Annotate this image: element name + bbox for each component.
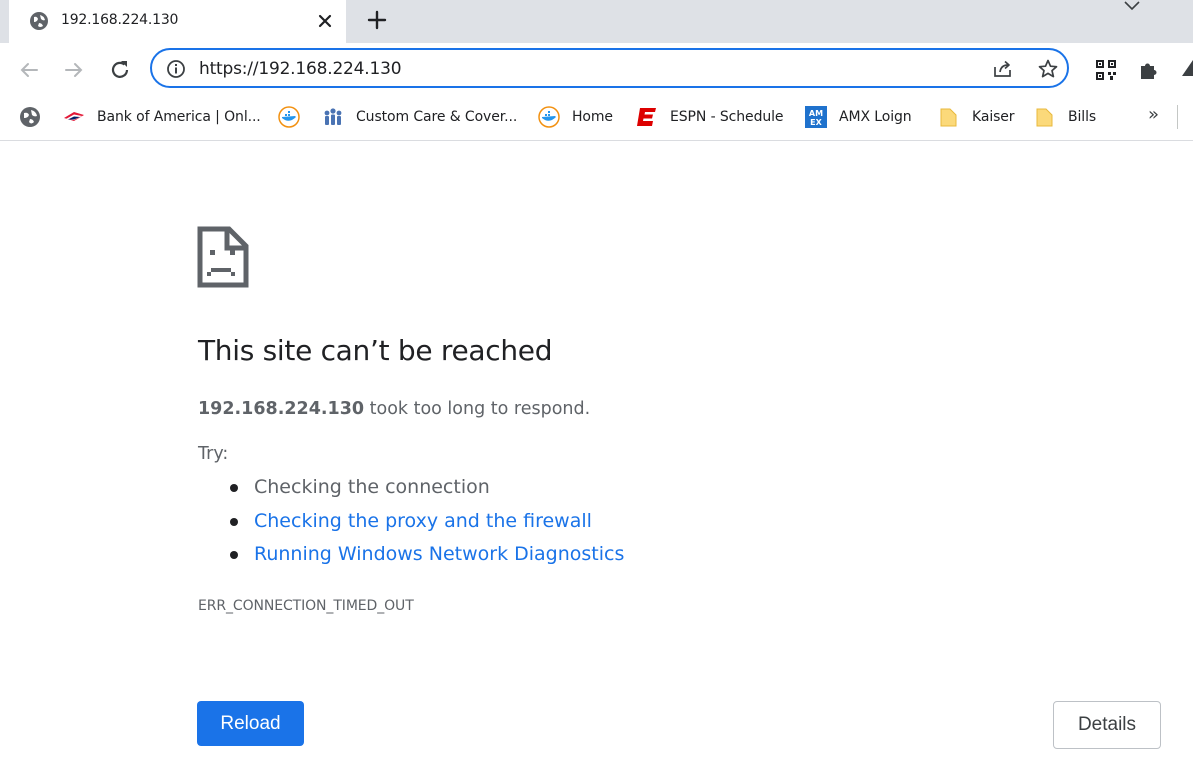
suggestion-text: Checking the connection — [254, 476, 490, 498]
back-arrow-icon[interactable] — [17, 58, 41, 82]
bookmark-label: Kaiser — [972, 109, 1015, 125]
error-code: ERR_CONNECTION_TIMED_OUT — [198, 598, 414, 614]
folder-icon — [1036, 108, 1053, 127]
bookmark-label: Bank of America | Onl... — [97, 109, 261, 125]
active-tab[interactable]: 192.168.224.130 — [9, 0, 346, 43]
folder-icon — [940, 108, 957, 127]
bookmark-label: AMX Loign — [839, 109, 912, 125]
people-group-icon — [324, 108, 342, 125]
error-summary-text: took too long to respond. — [364, 399, 591, 419]
suggestion-link-text[interactable]: Running Windows Network Diagnostics — [254, 543, 624, 565]
chevron-down-icon[interactable] — [1123, 0, 1141, 12]
suggestion-link-text[interactable]: Checking the proxy and the firewall — [254, 510, 592, 532]
error-heading: This site can’t be reached — [198, 334, 553, 367]
bullet — [230, 517, 238, 526]
suggestion-proxy-firewall-link[interactable]: Checking the proxy and the firewall — [230, 508, 624, 542]
close-tab-icon[interactable] — [315, 11, 335, 31]
suggestion-checking-connection: Checking the connection — [230, 474, 624, 508]
amex-logo-icon: AM EX — [805, 106, 827, 128]
globe-icon — [30, 12, 48, 30]
error-summary: 192.168.224.130 took too long to respond… — [198, 399, 590, 419]
bookmark-item-docker[interactable] — [278, 103, 300, 131]
reload-button[interactable]: Reload — [197, 701, 304, 746]
bookmark-star-icon[interactable] — [1037, 58, 1059, 80]
globe-icon — [20, 107, 40, 127]
bookmarks-divider — [1177, 105, 1178, 129]
tab-title: 192.168.224.130 — [61, 12, 179, 28]
bookmark-item-globe[interactable] — [19, 103, 41, 131]
bookmark-item-custom-care[interactable]: Custom Care & Cover... — [322, 103, 517, 131]
new-tab-icon[interactable] — [366, 9, 388, 31]
bookmark-label: Custom Care & Cover... — [356, 109, 518, 125]
sad-page-icon — [197, 226, 249, 288]
suggestions-list: Checking the connection Checking the pro… — [230, 474, 624, 575]
share-icon[interactable] — [992, 58, 1014, 80]
bookmark-label: ESPN - Schedule — [670, 109, 784, 125]
bookmark-item-home[interactable]: Home — [538, 103, 613, 131]
extensions-puzzle-icon[interactable] — [1137, 58, 1161, 82]
details-button[interactable]: Details — [1053, 701, 1161, 749]
bullet — [230, 551, 238, 559]
bookmark-item-amx[interactable]: AM EX AMX Loign — [805, 103, 912, 131]
error-host: 192.168.224.130 — [198, 399, 365, 419]
espn-logo-icon — [637, 108, 656, 126]
bookmark-item-bills[interactable]: Bills — [1034, 103, 1096, 131]
bookmark-item-bank-of-america[interactable]: Bank of America | Onl... — [63, 103, 261, 131]
svg-text:EX: EX — [810, 118, 822, 127]
qr-code-icon[interactable] — [1094, 58, 1118, 82]
bookmarks-overflow-button[interactable]: » — [1148, 104, 1159, 125]
try-label: Try: — [198, 444, 229, 464]
url-text[interactable]: https://192.168.224.130 — [199, 59, 402, 79]
docker-whale-icon — [278, 106, 300, 128]
svg-text:AM: AM — [809, 109, 823, 118]
bookmark-item-kaiser[interactable]: Kaiser — [938, 103, 1015, 131]
bookmarks-bar: Bank of America | Onl... Custom Care & C… — [0, 97, 1193, 141]
suggestion-network-diagnostics-link[interactable]: Running Windows Network Diagnostics — [230, 541, 624, 575]
address-bar[interactable]: https://192.168.224.130 — [150, 48, 1069, 88]
reload-icon[interactable] — [108, 58, 132, 82]
docker-whale-icon — [538, 106, 560, 128]
bookmark-label: Home — [572, 109, 613, 125]
bookmark-label: Bills — [1068, 109, 1097, 125]
bank-of-america-flag-icon — [64, 112, 84, 121]
forward-arrow-icon[interactable] — [62, 58, 86, 82]
info-icon[interactable] — [166, 59, 186, 79]
profile-avatar-icon[interactable] — [1180, 58, 1193, 82]
tab-strip: 192.168.224.130 — [0, 0, 1193, 43]
bullet — [230, 484, 238, 492]
bookmark-item-espn[interactable]: ESPN - Schedule — [636, 103, 784, 131]
